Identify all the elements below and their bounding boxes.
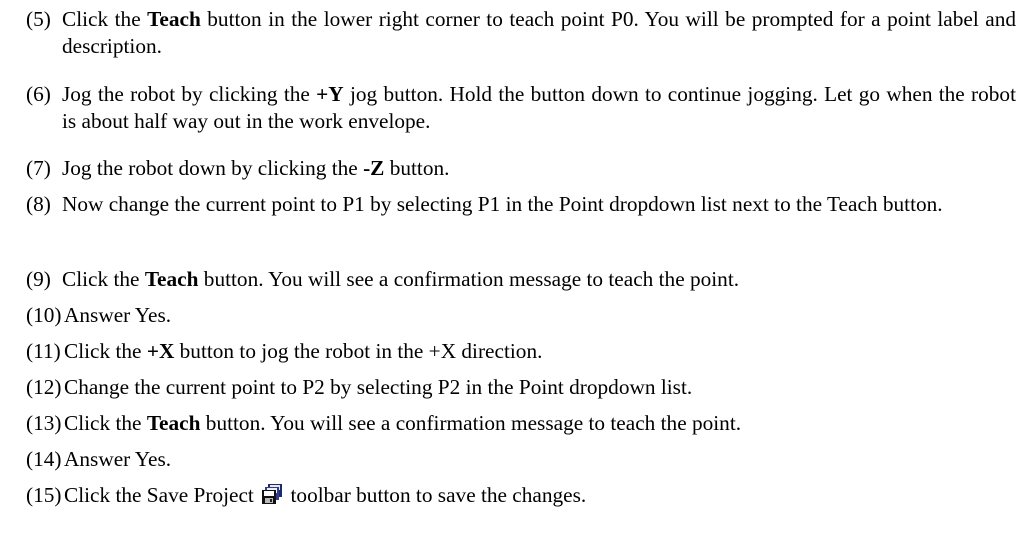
step-text-segment: Change the current point to P2 by select… [64, 375, 693, 399]
step-text: Jog the robot by clicking the +Y jog but… [26, 81, 1016, 135]
step-keyword: Teach [144, 267, 199, 291]
step-text-segment: button to jog the robot in the +X direct… [174, 339, 543, 363]
step-keyword: +X [146, 339, 175, 363]
step-text: Click the Teach button. You will see a c… [26, 410, 1016, 437]
step-text-segment: Click the [62, 267, 145, 291]
instruction-step: (7) Jog the robot down by clicking the -Z… [26, 155, 1016, 182]
step-text: Answer Yes. [26, 446, 1016, 473]
instruction-step: (13) Click the Teach button. You will see… [26, 410, 1016, 437]
step-text-segment: Click the [64, 339, 147, 363]
step-text-segment: Jog the robot down by clicking the [62, 156, 364, 180]
instruction-step: (14) Answer Yes. [26, 446, 1016, 473]
step-keyword: -Z [363, 156, 385, 180]
step-text: Change the current point to P2 by select… [26, 374, 1016, 401]
step-keyword: Teach [147, 7, 201, 31]
step-text-segment: Now change the current point to P1 by se… [62, 192, 943, 216]
step-text-segment: button. You will see a confirmation mess… [198, 267, 740, 291]
step-text: Answer Yes. [26, 302, 1016, 329]
instruction-step: (8) Now change the current point to P1 by… [26, 191, 1016, 218]
step-text: Click the Teach button. You will see a c… [26, 266, 1016, 293]
step-text-segment: Jog the robot by clicking the [62, 82, 317, 106]
instruction-step: (15) Click the Save Project toolbar butto… [26, 482, 1016, 509]
instruction-step: (10) Answer Yes. [26, 302, 1016, 329]
step-text-segment: Answer Yes. [64, 447, 172, 471]
step-keyword: +Y [316, 82, 344, 106]
step-number: (13) [26, 411, 62, 435]
step-number: (8) [26, 192, 51, 216]
step-text-segment: Click the [62, 7, 148, 31]
step-text-segment: button. You will see a confirmation mess… [200, 411, 742, 435]
step-number: (6) [26, 82, 51, 106]
step-text-segment: toolbar button to save the changes. [285, 483, 587, 507]
step-number: (12) [26, 375, 62, 399]
step-text-segment: Answer Yes. [64, 303, 172, 327]
instruction-step: (6) Jog the robot by clicking the +Y jog … [26, 81, 1016, 135]
step-number: (10) [26, 303, 62, 327]
step-text: Jog the robot down by clicking the -Z bu… [26, 155, 1016, 182]
step-text: Click the Save Project toolbar button to… [26, 482, 1016, 509]
step-text: Now change the current point to P1 by se… [26, 191, 1016, 218]
step-text-segment: button. [384, 156, 450, 180]
step-number: (15) [26, 483, 62, 507]
save-project-icon [261, 483, 283, 505]
instruction-step: (12) Change the current point to P2 by se… [26, 374, 1016, 401]
step-number: (7) [26, 156, 51, 180]
step-number: (9) [26, 267, 51, 291]
step-text: Click the Teach button in the lower righ… [26, 6, 1016, 60]
step-keyword: Teach [146, 411, 201, 435]
instruction-step: (9) Click the Teach button. You will see … [26, 266, 1016, 293]
instruction-step: (11) Click the +X button to jog the robot… [26, 338, 1016, 365]
step-number: (5) [26, 7, 51, 31]
step-number: (14) [26, 447, 62, 471]
step-number: (11) [26, 339, 61, 363]
step-text: Click the +X button to jog the robot in … [26, 338, 1016, 365]
step-text-segment: Click the [64, 411, 147, 435]
instruction-step: (5) Click the Teach button in the lower r… [26, 6, 1016, 60]
step-text-segment: Click the Save Project [64, 483, 260, 507]
step-text-segment: button in the lower right corner to teac… [62, 7, 1016, 58]
